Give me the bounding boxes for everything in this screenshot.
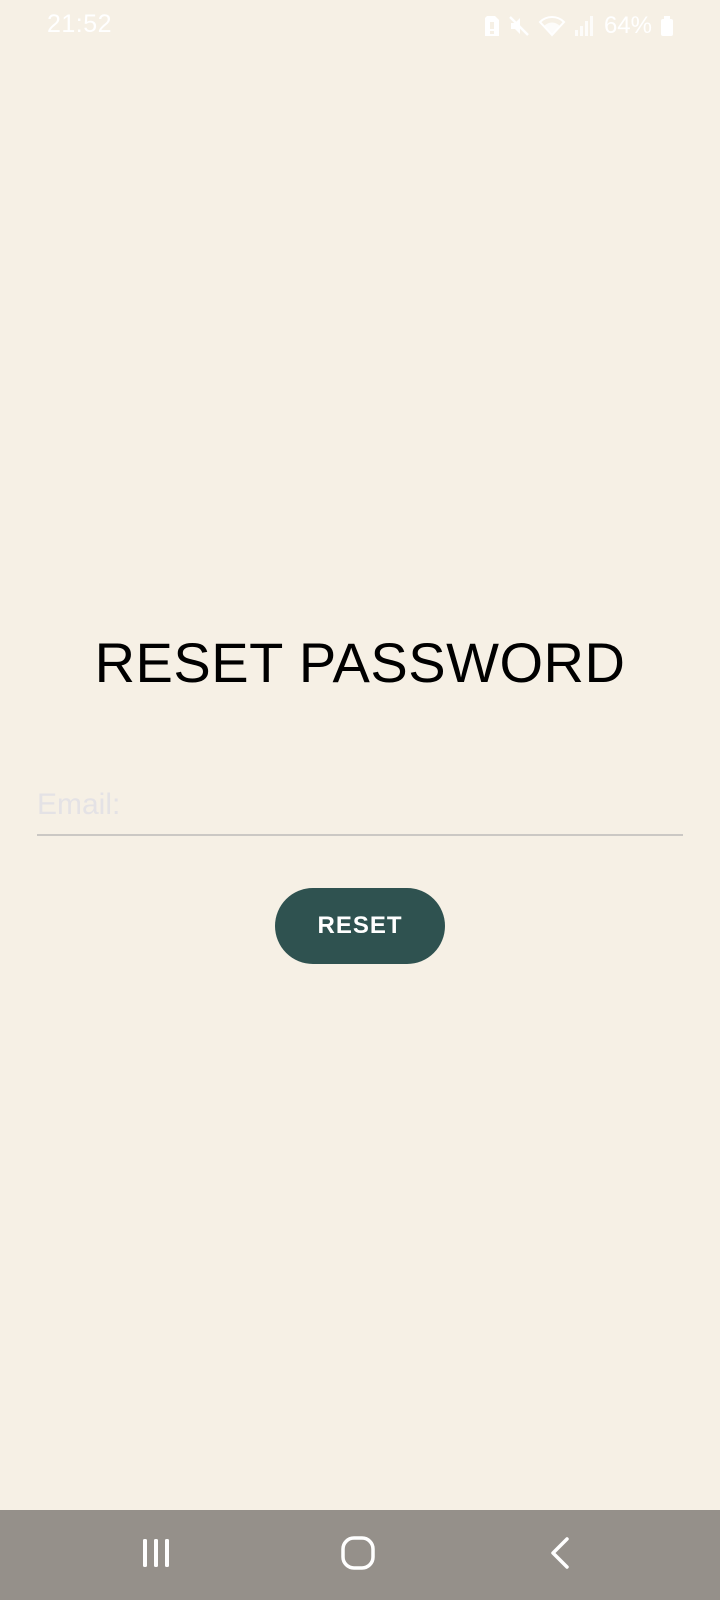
back-icon [548, 1536, 572, 1575]
navigation-bar [0, 1510, 720, 1600]
recents-button[interactable] [96, 1510, 216, 1600]
battery-percent: 64% [603, 12, 652, 39]
home-icon [340, 1535, 376, 1576]
reset-button[interactable]: RESET [275, 888, 445, 964]
back-button[interactable] [500, 1510, 620, 1600]
status-time: 21:52 [47, 10, 113, 38]
sim-alert-icon [484, 15, 500, 37]
recents-icon [139, 1537, 173, 1574]
home-button[interactable] [298, 1510, 418, 1600]
signal-icon [574, 15, 594, 37]
battery-icon [660, 15, 674, 37]
mute-icon [508, 15, 530, 37]
status-bar: 21:52 64% [0, 0, 720, 52]
wifi-icon [538, 15, 566, 37]
page-title: RESET PASSWORD [94, 631, 626, 694]
email-field[interactable] [37, 776, 683, 836]
status-icons: 64% [484, 12, 674, 40]
